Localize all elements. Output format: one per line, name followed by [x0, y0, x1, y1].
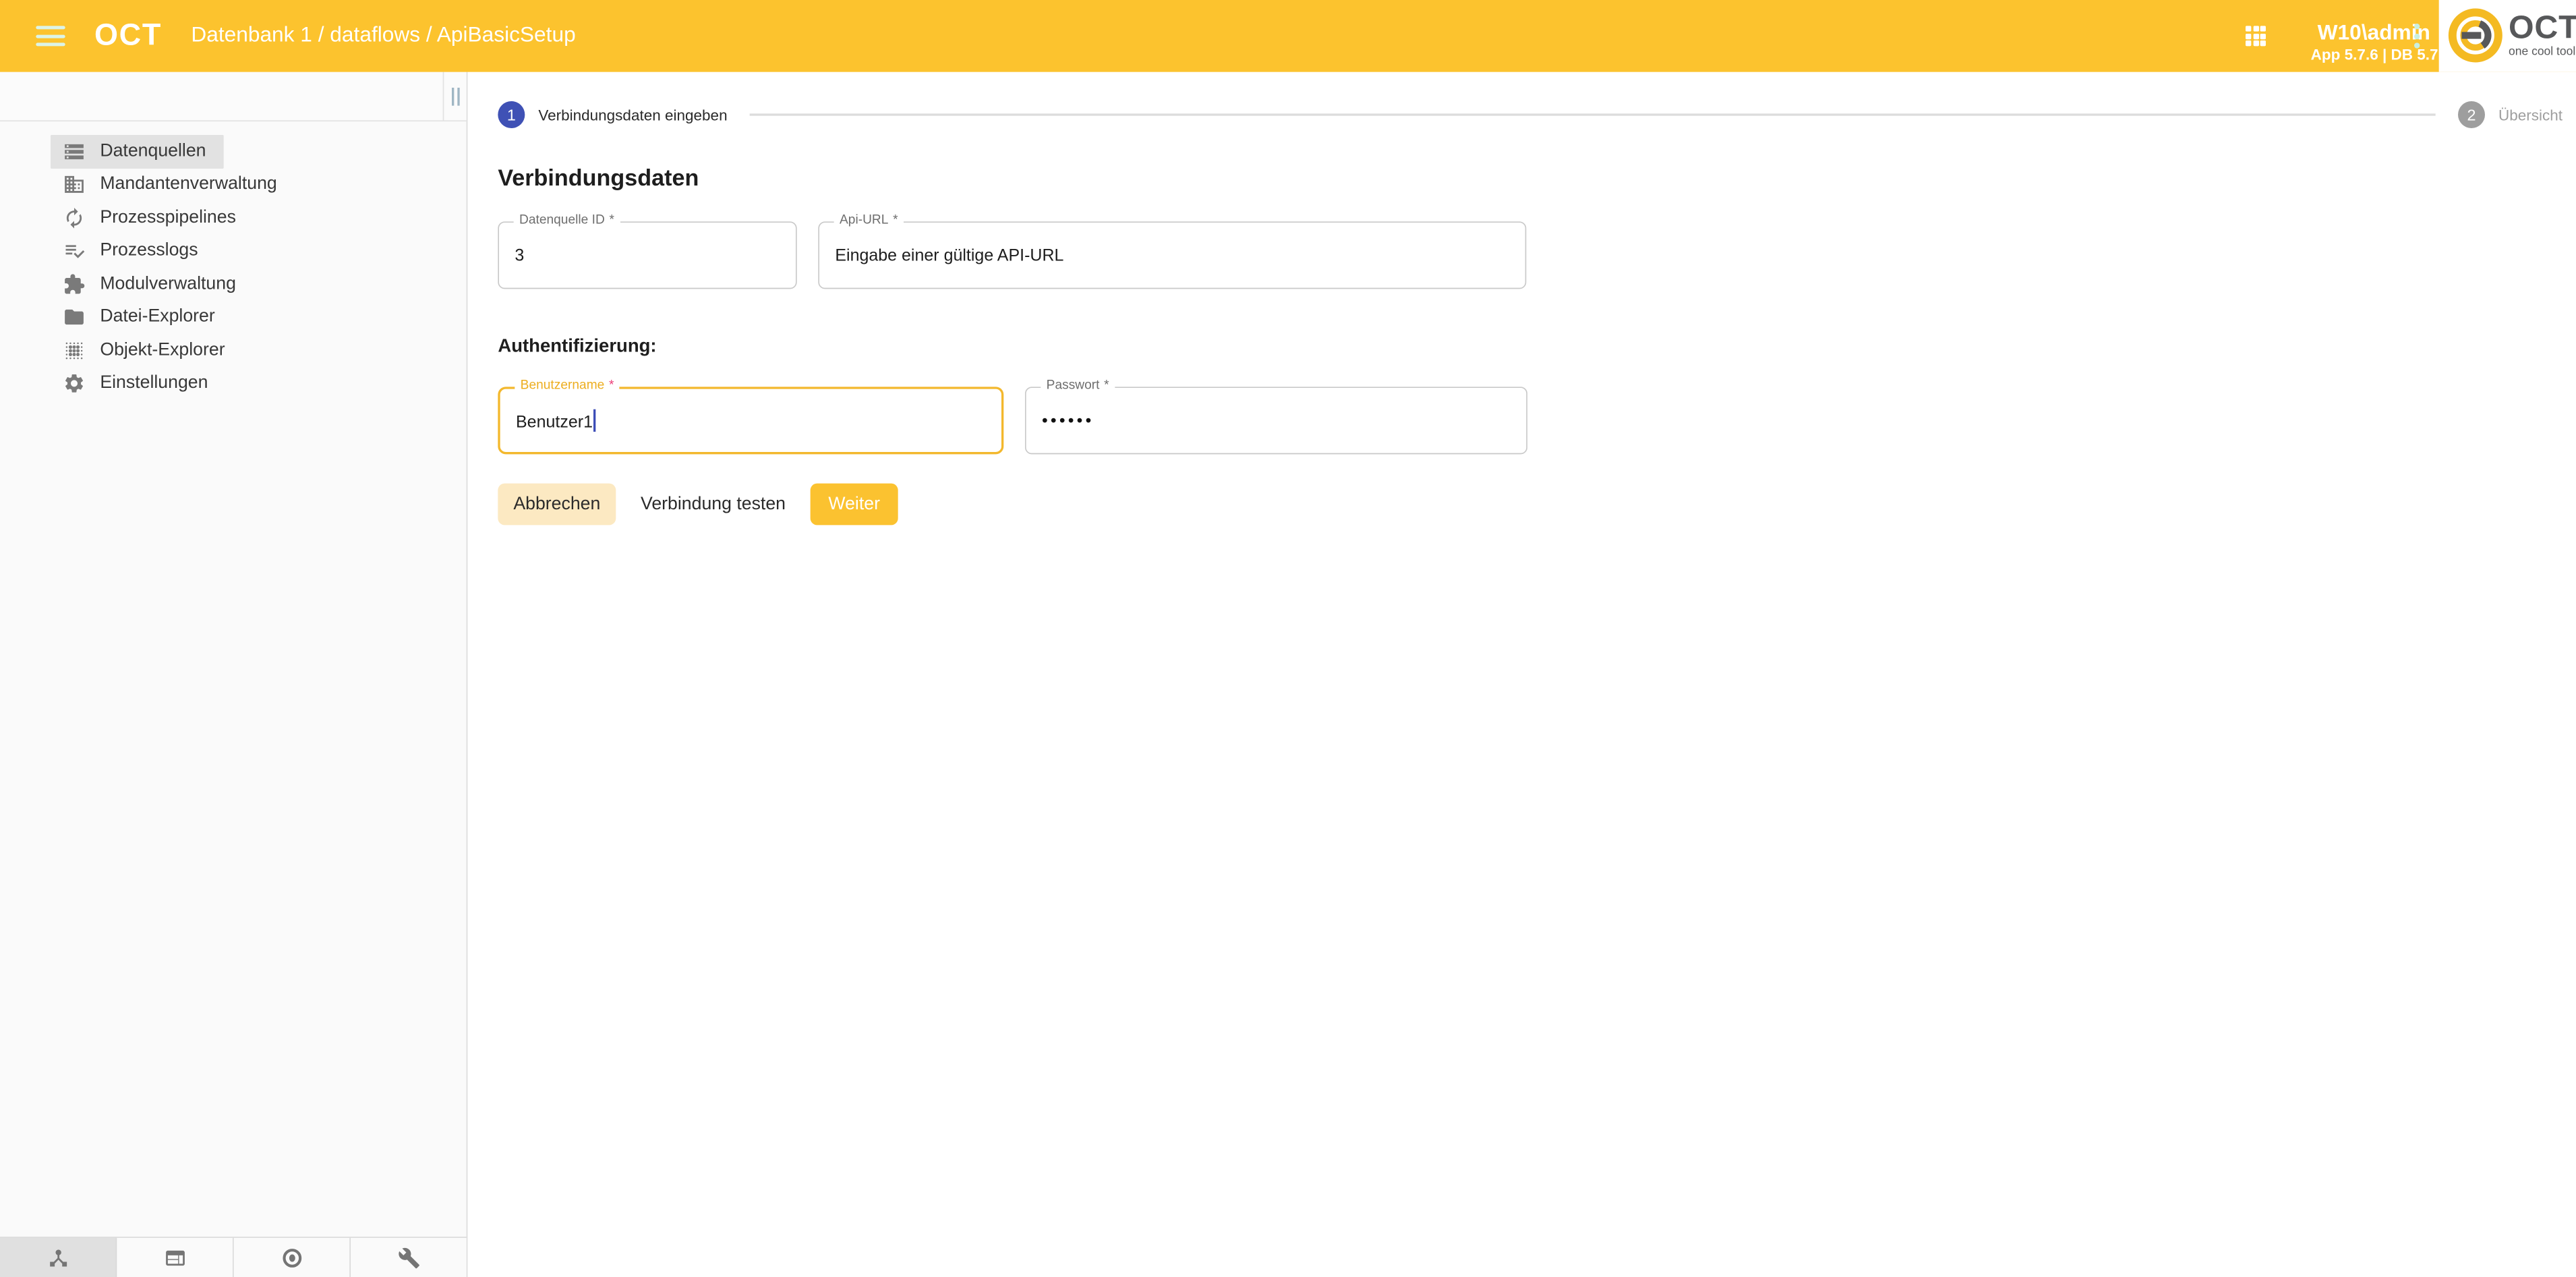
main-content: 1 Verbindungsdaten eingeben 2 Übersicht …	[469, 72, 2576, 1277]
table-layout-icon	[164, 1247, 186, 1269]
app-title: OCT	[94, 18, 162, 53]
connection-field-row: Datenquelle ID* 3 Api-URL* Eingabe einer…	[498, 221, 2576, 289]
sidebar-item-mandantenverwaltung[interactable]: Mandantenverwaltung	[51, 168, 295, 201]
password-value: ••••••	[1042, 411, 1094, 430]
step-1-label: Verbindungsdaten eingeben	[538, 107, 727, 123]
top-toolbar: OCT Datenbank 1 / dataflows / ApiBasicSe…	[0, 0, 2576, 72]
folder-icon	[63, 306, 85, 329]
tree-icon	[47, 1247, 69, 1269]
cancel-button[interactable]: Abbrechen	[498, 484, 616, 526]
auth-heading: Authentifizierung:	[498, 336, 2576, 358]
sidebar-item-einstellungen[interactable]: Einstellungen	[51, 367, 226, 400]
logo-text: OCT	[2509, 10, 2576, 47]
api-url-value: Eingabe einer gültige API-URL	[835, 246, 1063, 264]
playlist-check-icon	[63, 239, 85, 262]
form-area: Verbindungsdaten Datenquelle ID* 3 Api-U…	[469, 165, 2576, 525]
text-cursor	[594, 409, 596, 432]
sidebar-item-objekt-explorer[interactable]: Objekt-Explorer	[51, 334, 243, 367]
breadcrumb: Datenbank 1 / dataflows / ApiBasicSetup	[191, 24, 575, 49]
tab-tools[interactable]	[351, 1238, 467, 1277]
datasource-id-field[interactable]: Datenquelle ID* 3	[498, 221, 796, 289]
button-row: Abbrechen Verbindung testen Weiter	[498, 484, 2576, 526]
username-label: Benutzername*	[515, 378, 619, 395]
gear-icon	[63, 372, 85, 395]
test-connection-button[interactable]: Verbindung testen	[627, 484, 799, 526]
version-info: App 5.7.6 | DB 5.7.6	[2311, 46, 2451, 63]
sidebar-item-label: Modulverwaltung	[100, 274, 236, 294]
step-2-circle[interactable]: 2	[2458, 101, 2485, 128]
sidebar-item-label: Mandantenverwaltung	[100, 175, 276, 195]
password-label: Passwort*	[1041, 378, 1115, 395]
tab-preview[interactable]	[234, 1238, 351, 1277]
sidebar-header-strip	[0, 72, 467, 121]
username-value: Benutzer1	[516, 409, 596, 432]
brand-logo: OCT one cool tool	[2439, 0, 2576, 72]
tab-table-view[interactable]	[117, 1238, 233, 1277]
sidebar-item-prozesspipelines[interactable]: Prozesspipelines	[51, 201, 254, 234]
next-button[interactable]: Weiter	[811, 484, 898, 526]
sync-icon	[63, 206, 85, 229]
sidebar-nav: Datenquellen Mandantenverwaltung Prozess…	[0, 135, 467, 400]
app-window: OCT Datenbank 1 / dataflows / ApiBasicSe…	[0, 0, 2576, 1277]
auth-field-row: Benutzername* Benutzer1 Passwort* ••••••	[498, 387, 2576, 454]
sidebar-item-modulverwaltung[interactable]: Modulverwaltung	[51, 268, 254, 301]
sidebar-item-label: Prozesslogs	[100, 241, 198, 261]
apps-grid-icon[interactable]	[2246, 26, 2266, 46]
storage-icon	[63, 140, 85, 163]
resize-handle-icon[interactable]	[443, 72, 467, 121]
tab-flow-view[interactable]	[0, 1238, 117, 1277]
sidebar-item-prozesslogs[interactable]: Prozesslogs	[51, 235, 216, 268]
puzzle-icon	[63, 273, 85, 295]
wizard-stepper: 1 Verbindungsdaten eingeben 2 Übersicht	[469, 72, 2576, 128]
datasource-id-value: 3	[515, 246, 524, 264]
password-field[interactable]: Passwort* ••••••	[1025, 387, 1527, 454]
sidebar-item-label: Objekt-Explorer	[100, 341, 225, 361]
sidebar-item-datei-explorer[interactable]: Datei-Explorer	[51, 301, 233, 334]
stepper-connector	[750, 114, 2436, 116]
step-1-circle[interactable]: 1	[498, 101, 525, 128]
username-field[interactable]: Benutzername* Benutzer1	[498, 387, 1003, 454]
wrench-icon	[397, 1247, 419, 1269]
dot-grid-icon	[63, 339, 85, 362]
logo-tagline: one cool tool	[2509, 45, 2575, 59]
sidebar-item-label: Einstellungen	[100, 374, 208, 394]
datasource-id-label: Datenquelle ID*	[514, 212, 620, 229]
more-vert-icon[interactable]	[2414, 24, 2421, 49]
logged-in-user[interactable]: W10\admin	[2318, 22, 2430, 47]
sidebar: Datenquellen Mandantenverwaltung Prozess…	[0, 72, 467, 1277]
api-url-field[interactable]: Api-URL* Eingabe einer gültige API-URL	[818, 221, 1526, 289]
sidebar-item-label: Datei-Explorer	[100, 307, 214, 327]
sidebar-item-label: Datenquellen	[100, 142, 206, 162]
sidebar-item-datenquellen[interactable]: Datenquellen	[51, 135, 224, 168]
eye-icon	[281, 1247, 303, 1269]
step-2-label: Übersicht	[2498, 107, 2563, 123]
api-url-label: Api-URL*	[834, 212, 904, 229]
building-icon	[63, 173, 85, 196]
sidebar-bottom-tabs	[0, 1237, 467, 1277]
sidebar-item-label: Prozesspipelines	[100, 208, 236, 228]
menu-icon[interactable]	[36, 26, 65, 46]
oct-logo-icon	[2448, 8, 2503, 63]
page-title: Verbindungsdaten	[498, 165, 2576, 192]
